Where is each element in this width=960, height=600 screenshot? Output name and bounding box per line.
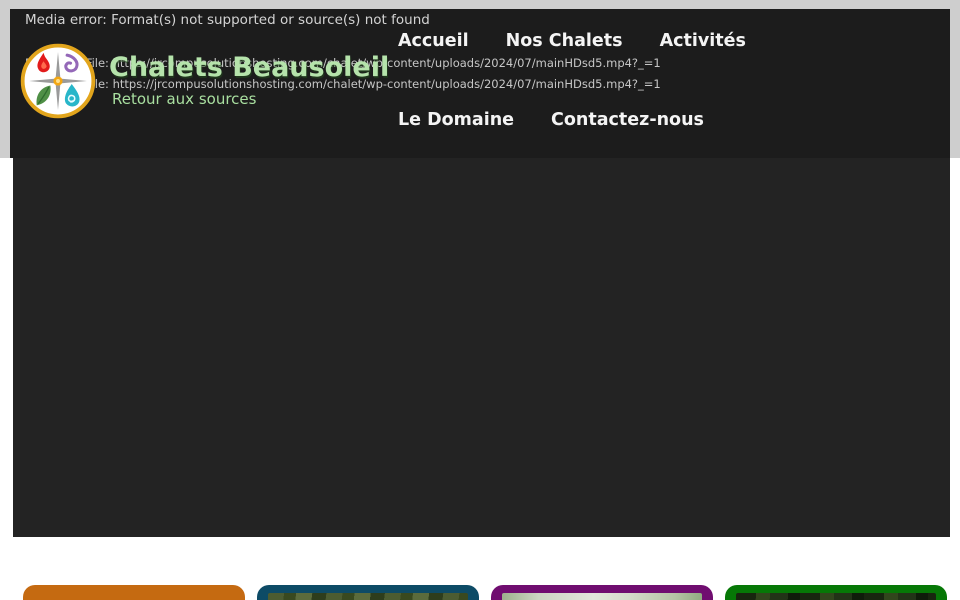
chalet-card-green[interactable] bbox=[725, 585, 947, 600]
nav-item-le-domaine[interactable]: Le Domaine bbox=[398, 110, 514, 130]
video-player-blank[interactable] bbox=[13, 158, 950, 537]
site-logo-four-elements-icon[interactable] bbox=[20, 43, 96, 119]
nav-item-contactez-nous[interactable]: Contactez-nous bbox=[551, 110, 704, 130]
hero-video-section bbox=[0, 158, 960, 537]
media-error-message: Media error: Format(s) not supported or … bbox=[25, 12, 430, 28]
header-band: Media error: Format(s) not supported or … bbox=[0, 0, 960, 158]
site-header: Media error: Format(s) not supported or … bbox=[10, 9, 950, 158]
nav-item-accueil[interactable]: Accueil bbox=[398, 31, 469, 51]
site-tagline: Retour aux sources bbox=[112, 90, 256, 108]
card-image bbox=[34, 593, 234, 600]
card-image bbox=[268, 593, 468, 600]
card-image bbox=[736, 593, 936, 600]
chalet-cards-row bbox=[23, 585, 960, 600]
card-image bbox=[502, 593, 702, 600]
nav-item-activites[interactable]: Activités bbox=[660, 31, 746, 51]
chalet-card-purple[interactable] bbox=[491, 585, 713, 600]
chalet-card-orange[interactable] bbox=[23, 585, 245, 600]
chalet-card-teal[interactable] bbox=[257, 585, 479, 600]
site-title[interactable]: Chalets Beausoleil bbox=[109, 52, 389, 83]
nav-item-nos-chalets[interactable]: Nos Chalets bbox=[506, 31, 623, 51]
main-navigation: Accueil Nos Chalets Activités Le Domaine… bbox=[398, 31, 868, 130]
